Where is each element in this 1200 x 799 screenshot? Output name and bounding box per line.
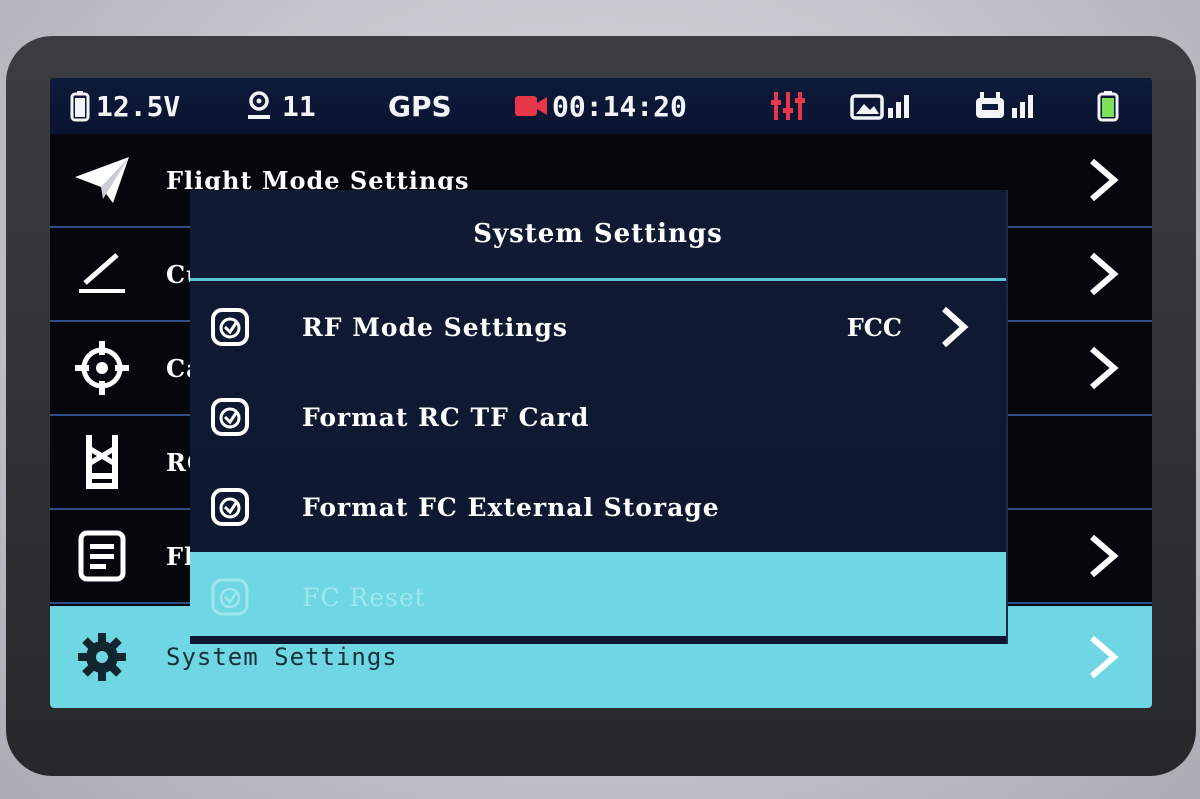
rc-channels-indicator <box>770 78 806 134</box>
video-link-signal <box>850 78 916 134</box>
dialog-item-rf-mode[interactable]: RF Mode Settings FCC <box>190 282 1006 372</box>
image-signal-icon <box>850 94 909 120</box>
dialog-item-fc-reset[interactable]: FC Reset <box>190 552 1006 642</box>
pen-icon <box>72 244 132 304</box>
battery-voltage: 12.5V <box>70 78 180 134</box>
paper-plane-icon <box>72 150 132 210</box>
gps-label: GPS <box>388 89 452 123</box>
gear-icon <box>72 627 132 687</box>
dialog-bottom-edge <box>190 636 1006 644</box>
battery-voltage-text: 12.5V <box>96 89 181 123</box>
format-rc-tf-label: Format RC TF Card <box>302 402 590 432</box>
recording-time-text: 00:14:20 <box>552 89 687 123</box>
option-icon <box>211 308 249 346</box>
format-fc-storage-label: Format FC External Storage <box>302 492 720 522</box>
satellite-count-text: 11 <box>282 89 316 123</box>
option-icon <box>211 398 249 436</box>
rc-link-signal <box>974 78 1040 134</box>
satellite-count: 11 <box>246 78 316 134</box>
location-pin-icon <box>248 91 270 119</box>
chevron-right-icon <box>1090 346 1119 390</box>
document-icon <box>72 526 132 586</box>
sliders-icon <box>771 92 805 120</box>
record-camera-icon <box>515 96 547 116</box>
rc-icon <box>72 432 132 492</box>
option-icon <box>211 578 249 616</box>
rf-mode-value: FCC <box>846 312 902 342</box>
dialog-item-format-fc-storage[interactable]: Format FC External Storage <box>190 462 1006 552</box>
dialog-item-format-rc-tf[interactable]: Format RC TF Card <box>190 372 1006 462</box>
fc-reset-label: FC Reset <box>302 582 426 612</box>
chevron-right-icon <box>1090 252 1119 296</box>
rf-mode-label: RF Mode Settings <box>302 312 568 342</box>
recording-timer: 00:14:20 <box>514 78 687 134</box>
dialog-divider <box>190 278 1006 281</box>
system-settings-dialog: System Settings RF Mode Settings FCC For… <box>190 190 1008 644</box>
battery-full-icon <box>1097 91 1119 122</box>
controller-signal-icon <box>976 92 1033 118</box>
status-bar: 12.5V 11 GPS 00:14:20 <box>50 78 1152 134</box>
rc-battery <box>1096 78 1120 134</box>
gps-indicator: GPS <box>388 78 452 134</box>
chevron-right-icon <box>941 306 969 348</box>
option-icon <box>211 488 249 526</box>
battery-icon <box>70 91 90 122</box>
menu-item-label: System Settings <box>166 643 398 671</box>
chevron-right-icon <box>1090 635 1119 679</box>
crosshair-icon <box>72 338 132 398</box>
chevron-right-icon <box>1090 534 1119 578</box>
chevron-right-icon <box>1090 158 1119 202</box>
dialog-title: System Settings <box>473 219 723 249</box>
screen: 12.5V 11 GPS 00:14:20 Flight Mode Settin… <box>50 78 1152 708</box>
